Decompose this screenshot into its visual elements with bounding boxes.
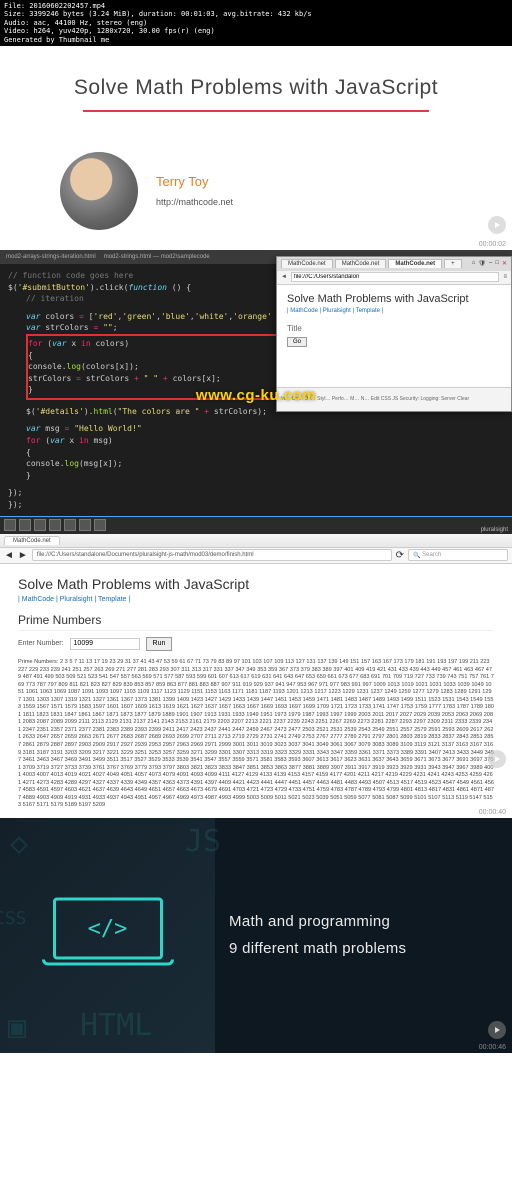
- author-name: Terry Toy: [156, 174, 233, 189]
- taskbar-icon[interactable]: [94, 519, 106, 531]
- breadcrumb-links[interactable]: | MathCode | Pluralsight | Template |: [18, 596, 494, 603]
- overview-slide: ◇ JS ▣ HTML CSS </> Math and programming…: [0, 818, 512, 1053]
- thumbnail-timestamp: 00:00:40: [479, 809, 506, 816]
- go-button[interactable]: Go: [287, 337, 307, 347]
- search-input[interactable]: 🔍 Search: [408, 549, 508, 561]
- code-comment: // iteration: [26, 294, 84, 303]
- taskbar-icon[interactable]: [34, 519, 46, 531]
- decorative-icon: ▣: [8, 1010, 26, 1045]
- search-icon: 🔍: [413, 552, 420, 559]
- primes-label: Prime Numbers:: [18, 659, 58, 665]
- shield-icon[interactable]: 🛡: [478, 260, 486, 267]
- browser-tab[interactable]: MathCode.net: [4, 536, 60, 545]
- run-button[interactable]: Run: [146, 637, 173, 651]
- code-comment: // function code goes here: [8, 271, 133, 280]
- section-heading: Prime Numbers: [18, 613, 494, 631]
- primes-values: 2 3 5 7 11 13 17 19 23 29 31 37 41 43 47…: [18, 659, 494, 808]
- browser-tab[interactable]: MathCode.net: [335, 259, 387, 268]
- taskbar-brand: pluralsight: [481, 527, 508, 533]
- input-label: Enter Number:: [18, 640, 64, 647]
- browser-toolbar: ◄ ► file:///C:/Users/standalone/Document…: [0, 548, 512, 564]
- primes-output: Prime Numbers: 2 3 5 7 11 13 17 19 23 29…: [18, 659, 494, 810]
- page-heading: Solve Math Problems with JavaScript: [287, 293, 501, 305]
- author-block: Terry Toy http://mathcode.net: [40, 152, 472, 230]
- browser-tab-active[interactable]: MathCode.net: [388, 259, 442, 268]
- number-input[interactable]: [70, 638, 140, 650]
- devtools-bar[interactable]: In… Co… De… Styl… Perfo… M… N… Edit CSS …: [277, 387, 511, 411]
- meta-video: Video: h264, yuv420p, 1280x720, 30.00 fp…: [4, 27, 508, 35]
- slide-line-1: Math and programming: [229, 908, 512, 935]
- taskbar-icon[interactable]: [4, 519, 16, 531]
- thumbnail-timestamp: 00:00:02: [479, 241, 506, 248]
- highlighted-code-block: for (var x in colors) { console.log(colo…: [26, 334, 283, 400]
- menu-icon[interactable]: ≡: [503, 274, 507, 280]
- code-icon: </>: [88, 916, 128, 941]
- back-icon[interactable]: ◄: [281, 274, 287, 280]
- title-underline: [83, 110, 429, 112]
- thumbnail-timestamp: 00:00:46: [479, 1044, 506, 1051]
- back-icon[interactable]: ◄: [4, 550, 14, 561]
- browser-address-bar: ◄ ≡: [277, 271, 511, 285]
- section-label: Title: [287, 324, 501, 333]
- preview-browser-window: MathCode.net MathCode.net MathCode.net +…: [276, 256, 512, 412]
- slide-text: Math and programming 9 different math pr…: [215, 818, 512, 1053]
- close-icon[interactable]: ✕: [502, 260, 507, 267]
- author-url: http://mathcode.net: [156, 197, 233, 207]
- reload-icon[interactable]: ⟳: [396, 550, 404, 561]
- page-heading: Solve Math Problems with JavaScript: [18, 576, 494, 592]
- taskbar-icon[interactable]: [64, 519, 76, 531]
- maximize-icon[interactable]: □: [495, 260, 499, 267]
- home-icon[interactable]: ⌂: [472, 260, 476, 267]
- author-avatar: [60, 152, 138, 230]
- prime-numbers-slide: MathCode.net ◄ ► file:///C:/Users/standa…: [0, 534, 512, 818]
- play-icon[interactable]: [488, 1021, 506, 1039]
- url-input[interactable]: file:///C:/Users/standalone/Documents/pl…: [32, 549, 392, 561]
- meta-generated: Generated by Thumbnail me: [4, 36, 508, 44]
- code-editor-slide: mod2-arrays-strings-iteration.html mod2-…: [0, 250, 512, 516]
- taskbar-icon[interactable]: [79, 519, 91, 531]
- slide-title: Solve Math Problems with JavaScript: [40, 76, 472, 100]
- taskbar-icon[interactable]: [49, 519, 61, 531]
- taskbar-icon[interactable]: [19, 519, 31, 531]
- browser-tab-bar: MathCode.net: [0, 534, 512, 548]
- editor-tab[interactable]: mod2-arrays-strings-iteration.html: [6, 254, 96, 260]
- video-metadata: File: 20160602202457.mp4 Size: 3399246 b…: [0, 0, 512, 46]
- forward-icon[interactable]: ►: [18, 550, 28, 561]
- decorative-icon: CSS: [0, 908, 27, 929]
- url-input[interactable]: [291, 272, 500, 282]
- laptop-icon: </>: [53, 898, 163, 973]
- decorative-icon: JS: [185, 824, 221, 859]
- browser-tab[interactable]: MathCode.net: [281, 259, 333, 268]
- meta-size: Size: 3399246 bytes (3.24 MiB), duration…: [4, 10, 508, 18]
- decorative-icon: HTML: [80, 1008, 152, 1043]
- meta-audio: Audio: aac, 44100 Hz, stereo (eng): [4, 19, 508, 27]
- browser-tab-bar: MathCode.net MathCode.net MathCode.net +…: [277, 257, 511, 271]
- slide-graphic: ◇ JS ▣ HTML CSS </>: [0, 818, 215, 1053]
- new-tab-button[interactable]: +: [444, 259, 462, 268]
- editor-tab[interactable]: mod2-strings.html — mod2\samplecode: [104, 254, 210, 260]
- play-icon[interactable]: [488, 216, 506, 234]
- windows-taskbar: pluralsight: [0, 516, 512, 534]
- minimize-icon[interactable]: –: [489, 260, 492, 267]
- title-slide: Solve Math Problems with JavaScript Terr…: [0, 46, 512, 250]
- slide-line-2: 9 different math problems: [229, 935, 512, 962]
- decorative-icon: ◇: [10, 826, 28, 861]
- meta-file: File: 20160602202457.mp4: [4, 2, 508, 10]
- play-icon[interactable]: [488, 750, 506, 768]
- breadcrumb-links[interactable]: | MathCode | Pluralsight | Template |: [287, 308, 501, 314]
